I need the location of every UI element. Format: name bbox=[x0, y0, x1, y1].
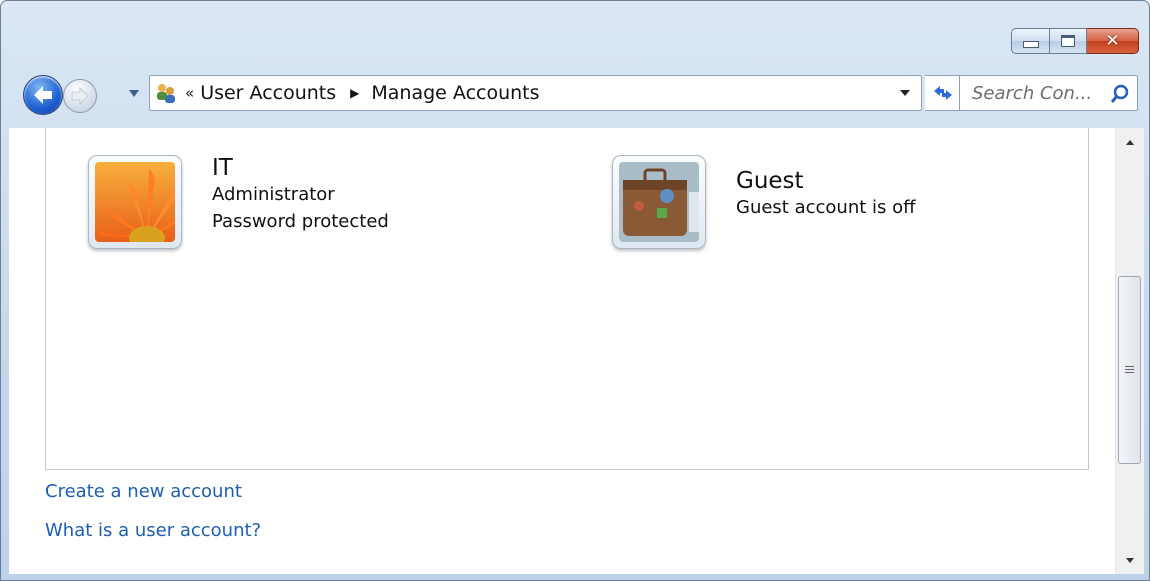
accounts-panel: IT Administrator Password protected Gues… bbox=[45, 128, 1089, 470]
refresh-arrows-icon bbox=[933, 86, 952, 100]
forward-arrow-icon bbox=[71, 87, 89, 105]
account-it[interactable]: IT Administrator Password protected bbox=[88, 155, 389, 249]
breadcrumb-manage-accounts[interactable]: Manage Accounts bbox=[371, 82, 539, 104]
close-icon: ✕ bbox=[1105, 30, 1120, 51]
account-status: Guest account is off bbox=[736, 197, 916, 218]
maximize-icon bbox=[1061, 35, 1075, 47]
content-area: IT Administrator Password protected Gues… bbox=[9, 128, 1143, 574]
back-button[interactable] bbox=[23, 75, 63, 115]
breadcrumb-user-accounts[interactable]: User Accounts bbox=[200, 82, 336, 104]
search-icon[interactable] bbox=[1109, 83, 1131, 105]
scroll-down-button[interactable] bbox=[1116, 546, 1144, 574]
what-is-user-account-link[interactable]: What is a user account? bbox=[45, 520, 261, 541]
minimize-button[interactable] bbox=[1011, 28, 1049, 54]
back-arrow-icon bbox=[34, 86, 52, 104]
flower-picture-icon bbox=[95, 162, 175, 242]
breadcrumb-separator-icon[interactable]: ▶ bbox=[350, 86, 359, 100]
account-guest[interactable]: Guest Guest account is off bbox=[612, 155, 916, 249]
create-new-account-link[interactable]: Create a new account bbox=[45, 481, 242, 502]
scrollbar-thumb[interactable] bbox=[1118, 276, 1141, 464]
suitcase-picture-icon bbox=[619, 162, 699, 242]
account-password-status: Password protected bbox=[212, 211, 389, 232]
account-type: Administrator bbox=[212, 184, 335, 205]
search-input[interactable] bbox=[970, 81, 1114, 105]
forward-button[interactable] bbox=[63, 79, 97, 113]
address-dropdown-icon[interactable] bbox=[899, 89, 911, 97]
account-it-details: IT Administrator Password protected bbox=[212, 155, 389, 249]
account-picture-frame[interactable] bbox=[88, 155, 182, 249]
account-name[interactable]: Guest bbox=[736, 168, 916, 194]
maximize-button[interactable] bbox=[1049, 28, 1087, 54]
navigation-bar: « User Accounts ▶ Manage Accounts bbox=[21, 71, 1141, 117]
account-name[interactable]: IT bbox=[212, 155, 389, 181]
vertical-scrollbar[interactable] bbox=[1115, 128, 1144, 574]
account-guest-details: Guest Guest account is off bbox=[736, 155, 916, 249]
search-box[interactable] bbox=[959, 75, 1138, 111]
scroll-down-arrow-icon bbox=[1126, 557, 1134, 563]
refresh-button[interactable] bbox=[925, 75, 961, 111]
window-controls: ✕ bbox=[1011, 28, 1139, 54]
scroll-up-button[interactable] bbox=[1116, 128, 1144, 156]
scrollbar-grip-icon bbox=[1125, 365, 1134, 375]
user-accounts-icon bbox=[157, 84, 175, 103]
minimize-icon bbox=[1022, 41, 1039, 48]
address-bar[interactable]: « User Accounts ▶ Manage Accounts bbox=[149, 75, 922, 111]
recent-pages-dropdown-icon[interactable] bbox=[128, 89, 140, 98]
window-frame: ✕ « User Accounts ▶ Manage Accounts Sear… bbox=[0, 0, 1150, 581]
account-picture-frame[interactable] bbox=[612, 155, 706, 249]
close-button[interactable]: ✕ bbox=[1087, 28, 1139, 54]
scroll-up-arrow-icon bbox=[1126, 139, 1134, 145]
breadcrumb-overflow-chevron[interactable]: « bbox=[185, 84, 194, 102]
